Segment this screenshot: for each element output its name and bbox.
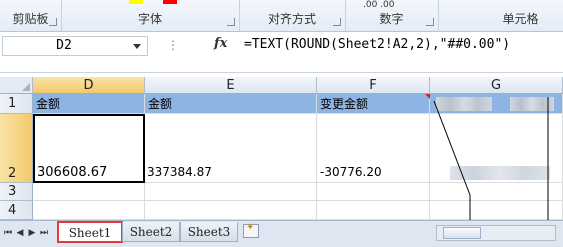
next-sheet-icon[interactable]: ▶ bbox=[27, 227, 37, 239]
dialog-launcher-icon[interactable] bbox=[333, 18, 341, 26]
sheet-tab-bar: ⏮ ◀ ▶ ⏭ Sheet1 Sheet2 Sheet3 ✦ bbox=[0, 220, 563, 247]
insert-function-icon[interactable]: fx bbox=[214, 36, 227, 51]
ribbon-group-label: 数字 bbox=[379, 12, 404, 26]
worksheet-grid: D E F G 1 金额 金额 变更金额 2 306608.67 337384.… bbox=[0, 77, 563, 220]
ribbon-group-label: 单元格 bbox=[502, 12, 539, 26]
ribbon-group-font: 字体 bbox=[61, 0, 240, 31]
dialog-launcher-icon[interactable] bbox=[426, 18, 434, 26]
ribbon-group-cells: 单元格 bbox=[438, 0, 563, 31]
formula-bar: D2 ⋮ fx =TEXT(ROUND(Sheet2!A2,2),"##0.00… bbox=[0, 32, 563, 73]
formula-input[interactable]: =TEXT(ROUND(Sheet2!A2,2),"##0.00") bbox=[244, 37, 510, 52]
ribbon-group-clipboard: 剪贴板 bbox=[0, 0, 62, 31]
comment-callout-line bbox=[433, 97, 549, 220]
dialog-launcher-icon[interactable] bbox=[49, 18, 57, 26]
decimal-buttons[interactable]: .00 .00 bbox=[363, 0, 395, 10]
ribbon: 剪贴板 字体 对齐方式 .00 .00 数字 单元格 bbox=[0, 0, 563, 32]
ribbon-group-label: 对齐方式 bbox=[267, 12, 316, 26]
sheet-tab-sheet2[interactable]: Sheet2 bbox=[122, 222, 180, 242]
highlight-color-swatch[interactable] bbox=[129, 0, 143, 4]
new-sheet-star-icon: ✦ bbox=[246, 222, 255, 233]
font-color-swatch[interactable] bbox=[163, 0, 177, 4]
ribbon-group-number: .00 .00 数字 bbox=[345, 0, 439, 31]
last-sheet-icon[interactable]: ⏭ bbox=[39, 227, 49, 239]
horizontal-scrollbar-thumb[interactable] bbox=[443, 227, 481, 239]
insert-sheet-icon[interactable]: ✦ bbox=[243, 222, 259, 238]
sheet-tab-sheet1[interactable]: Sheet1 bbox=[57, 221, 123, 243]
sheet-tab-sheet3[interactable]: Sheet3 bbox=[180, 222, 238, 242]
horizontal-scrollbar[interactable] bbox=[436, 225, 556, 241]
ribbon-group-alignment: 对齐方式 bbox=[239, 0, 346, 31]
name-box[interactable]: D2 bbox=[2, 36, 148, 56]
name-box-value: D2 bbox=[56, 38, 72, 53]
chevron-down-icon[interactable] bbox=[133, 44, 141, 49]
previous-sheet-icon[interactable]: ◀ bbox=[15, 227, 25, 239]
ribbon-group-label: 字体 bbox=[137, 12, 162, 26]
first-sheet-icon[interactable]: ⏮ bbox=[3, 227, 13, 239]
formula-bar-resize-handle[interactable]: ⋮ bbox=[167, 38, 180, 52]
dialog-launcher-icon[interactable] bbox=[227, 18, 235, 26]
